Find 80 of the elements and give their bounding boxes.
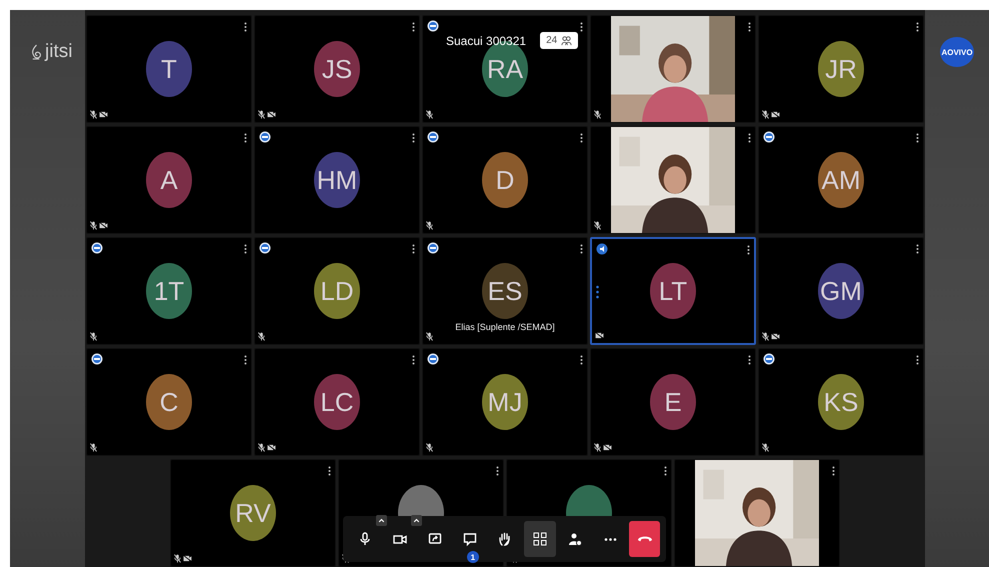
more-icon[interactable]	[496, 466, 499, 476]
more-icon[interactable]	[748, 22, 751, 32]
participant-tile[interactable]: AM	[758, 126, 924, 234]
live-badge: AOVIVO	[940, 37, 974, 67]
hangup-icon	[638, 536, 652, 542]
more-icon[interactable]	[244, 244, 247, 254]
participant-tile[interactable]: HM	[254, 126, 420, 234]
participant-tile[interactable]: LT	[590, 237, 756, 345]
participant-tile[interactable]: C	[86, 348, 252, 456]
video-tile[interactable]	[590, 15, 756, 123]
avatar: E	[650, 374, 696, 430]
avatar: RV	[230, 485, 276, 541]
tiles-button[interactable]	[524, 521, 556, 557]
more-icon[interactable]	[664, 466, 667, 476]
more-icon[interactable]	[328, 466, 331, 476]
chat-icon	[462, 531, 478, 547]
more-icon[interactable]	[580, 133, 583, 143]
avatar: MJ	[482, 374, 528, 430]
hangup-button[interactable]	[629, 521, 660, 557]
more-icon[interactable]	[580, 355, 583, 365]
more-icon	[604, 538, 617, 540]
caret-icon[interactable]	[376, 515, 387, 526]
avatar: A	[146, 152, 192, 208]
avatar: JR	[818, 41, 864, 97]
participant-tile[interactable]: RV	[170, 459, 336, 567]
unread-count: 1	[466, 551, 479, 563]
participant-tile[interactable]: MJ	[422, 348, 588, 456]
participant-tile[interactable]: LD	[254, 237, 420, 345]
avatar: HM	[314, 152, 360, 208]
avatar: KS	[818, 374, 864, 430]
more-icon[interactable]	[832, 466, 835, 476]
participant-name: Elias [Suplente /SEMAD]	[455, 322, 555, 332]
avatar: D	[482, 152, 528, 208]
participant-tile[interactable]: ES Elias [Suplente /SEMAD]	[422, 237, 588, 345]
participant-tile[interactable]: LC	[254, 348, 420, 456]
more-icon[interactable]	[412, 355, 415, 365]
more-icon[interactable]	[580, 244, 583, 254]
participant-tile[interactable]: E	[590, 348, 756, 456]
participant-tile[interactable]: JS	[254, 15, 420, 123]
more-icon[interactable]	[748, 355, 751, 365]
participant-tile[interactable]: A	[86, 126, 252, 234]
avatar: LT	[650, 263, 696, 319]
logo-text: jitsi	[45, 41, 72, 63]
more-icon[interactable]	[580, 22, 583, 32]
more-icon[interactable]	[748, 133, 751, 143]
video-tile[interactable]	[674, 459, 840, 567]
avatar: GM	[818, 263, 864, 319]
avatar: ES	[482, 263, 528, 319]
participant-tile[interactable]: GM	[758, 237, 924, 345]
participant-tile[interactable]: JR	[758, 15, 924, 123]
participant-tile[interactable]: 1T	[86, 237, 252, 345]
video-tile[interactable]	[590, 126, 756, 234]
avatar: AM	[818, 152, 864, 208]
meeting-title: Suacui 300321	[446, 34, 526, 48]
more-icon[interactable]	[916, 355, 919, 365]
more-icon[interactable]	[916, 133, 919, 143]
participant-tile[interactable]: T	[86, 15, 252, 123]
more-icon[interactable]	[412, 244, 415, 254]
participants-icon	[561, 35, 572, 46]
participant-count[interactable]: 24	[540, 32, 578, 49]
caret-icon[interactable]	[410, 515, 422, 526]
more-icon[interactable]	[412, 133, 415, 143]
more-icon[interactable]	[244, 22, 247, 32]
more-icon[interactable]	[916, 22, 919, 32]
more-icon[interactable]	[747, 245, 750, 255]
avatar: LD	[314, 263, 360, 319]
avatar: JS	[314, 41, 360, 97]
participant-tile[interactable]: D	[422, 126, 588, 234]
audio-level-icon	[596, 285, 599, 299]
participants-icon	[567, 531, 584, 547]
avatar: C	[146, 374, 192, 430]
more-icon[interactable]	[412, 22, 415, 32]
more-icon[interactable]	[244, 355, 247, 365]
participant-tile[interactable]: KS	[758, 348, 924, 456]
more-icon[interactable]	[916, 244, 919, 254]
avatar: LC	[314, 374, 360, 430]
avatar: T	[146, 41, 192, 97]
more-icon[interactable]	[244, 133, 247, 143]
avatar: 1T	[146, 263, 192, 319]
tiles-icon	[532, 531, 548, 547]
